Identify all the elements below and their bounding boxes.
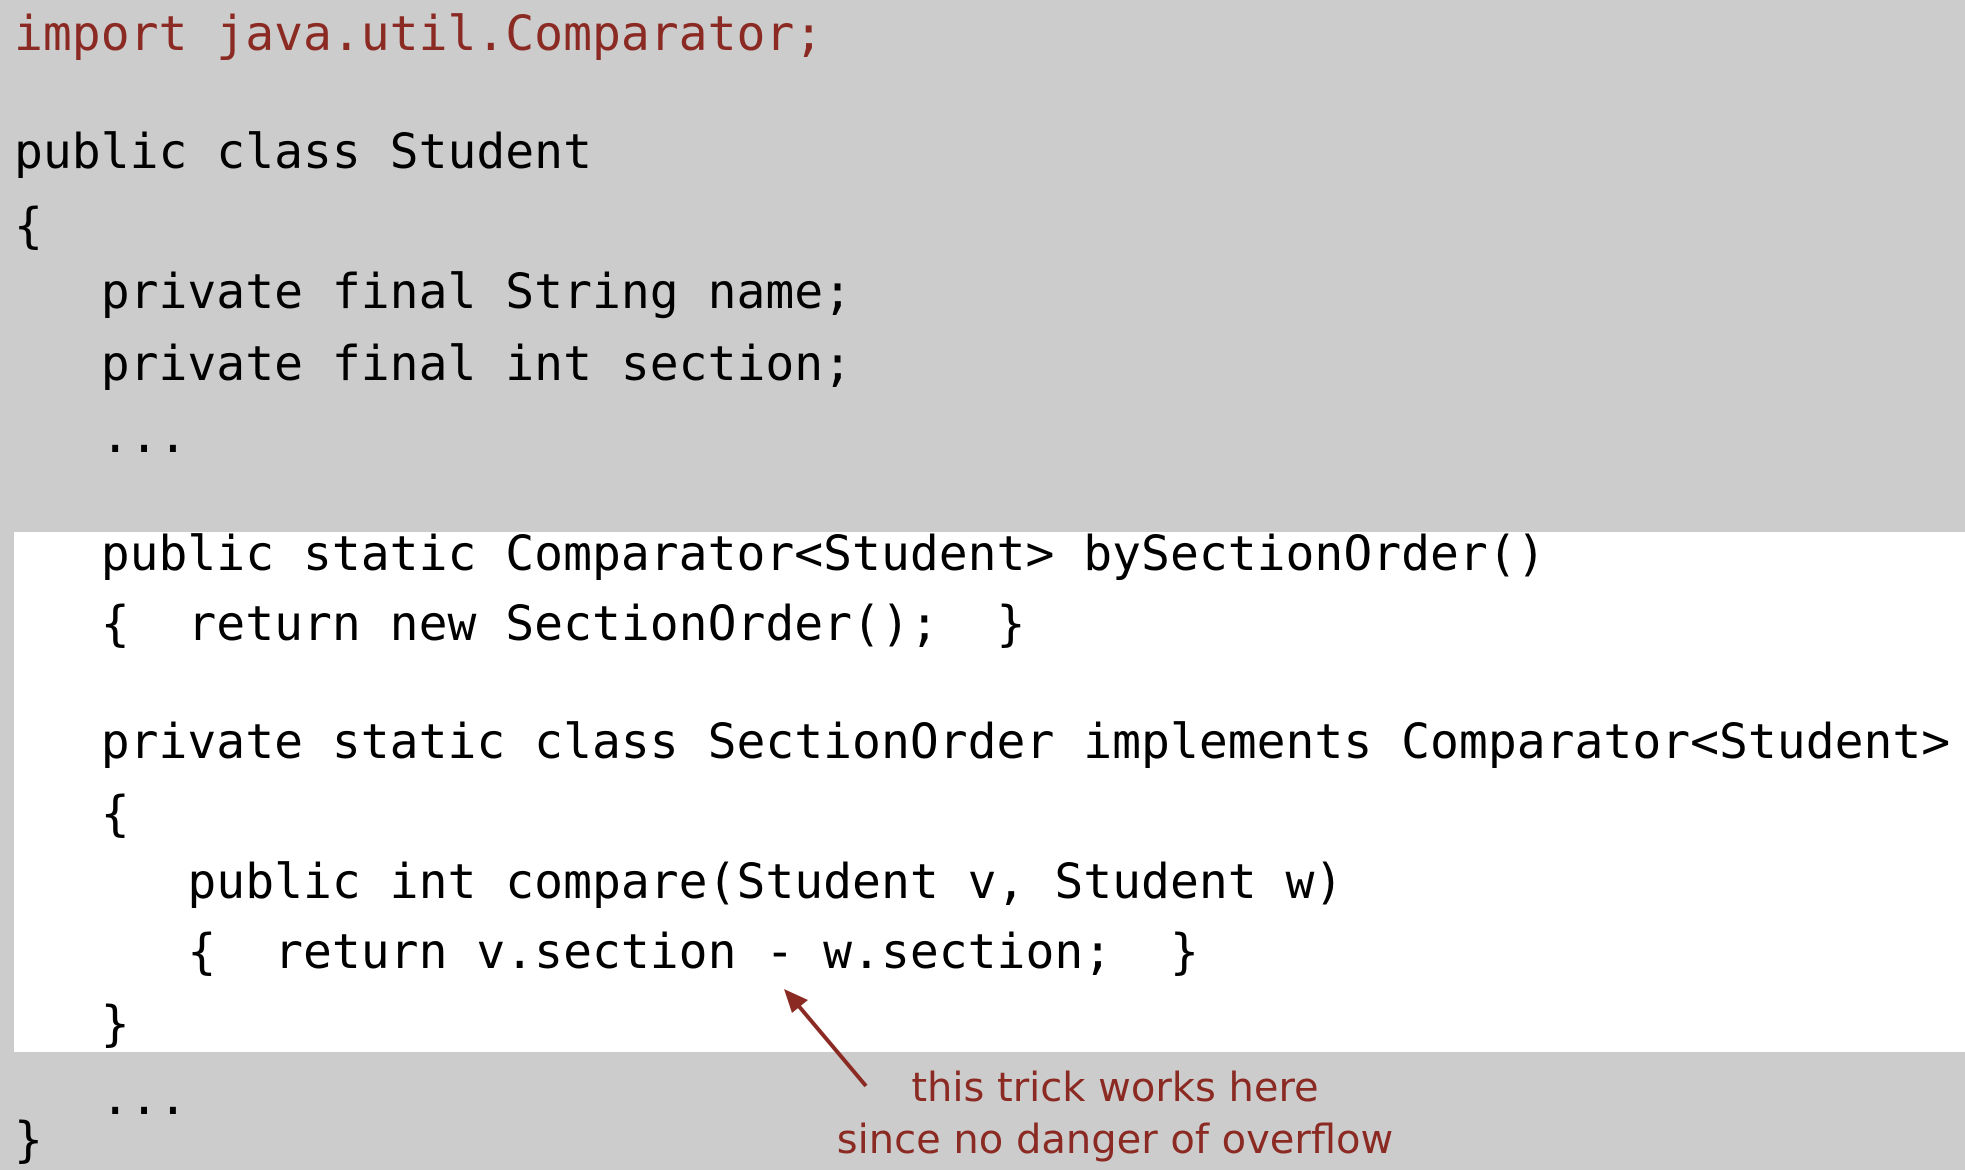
annotation-line-1: this trick works here bbox=[911, 1065, 1319, 1111]
annotation-line-2: since no danger of overflow bbox=[836, 1117, 1394, 1163]
annotation-arrow bbox=[784, 989, 868, 1088]
annotation-note: this trick works here since no danger of… bbox=[800, 1062, 1430, 1166]
